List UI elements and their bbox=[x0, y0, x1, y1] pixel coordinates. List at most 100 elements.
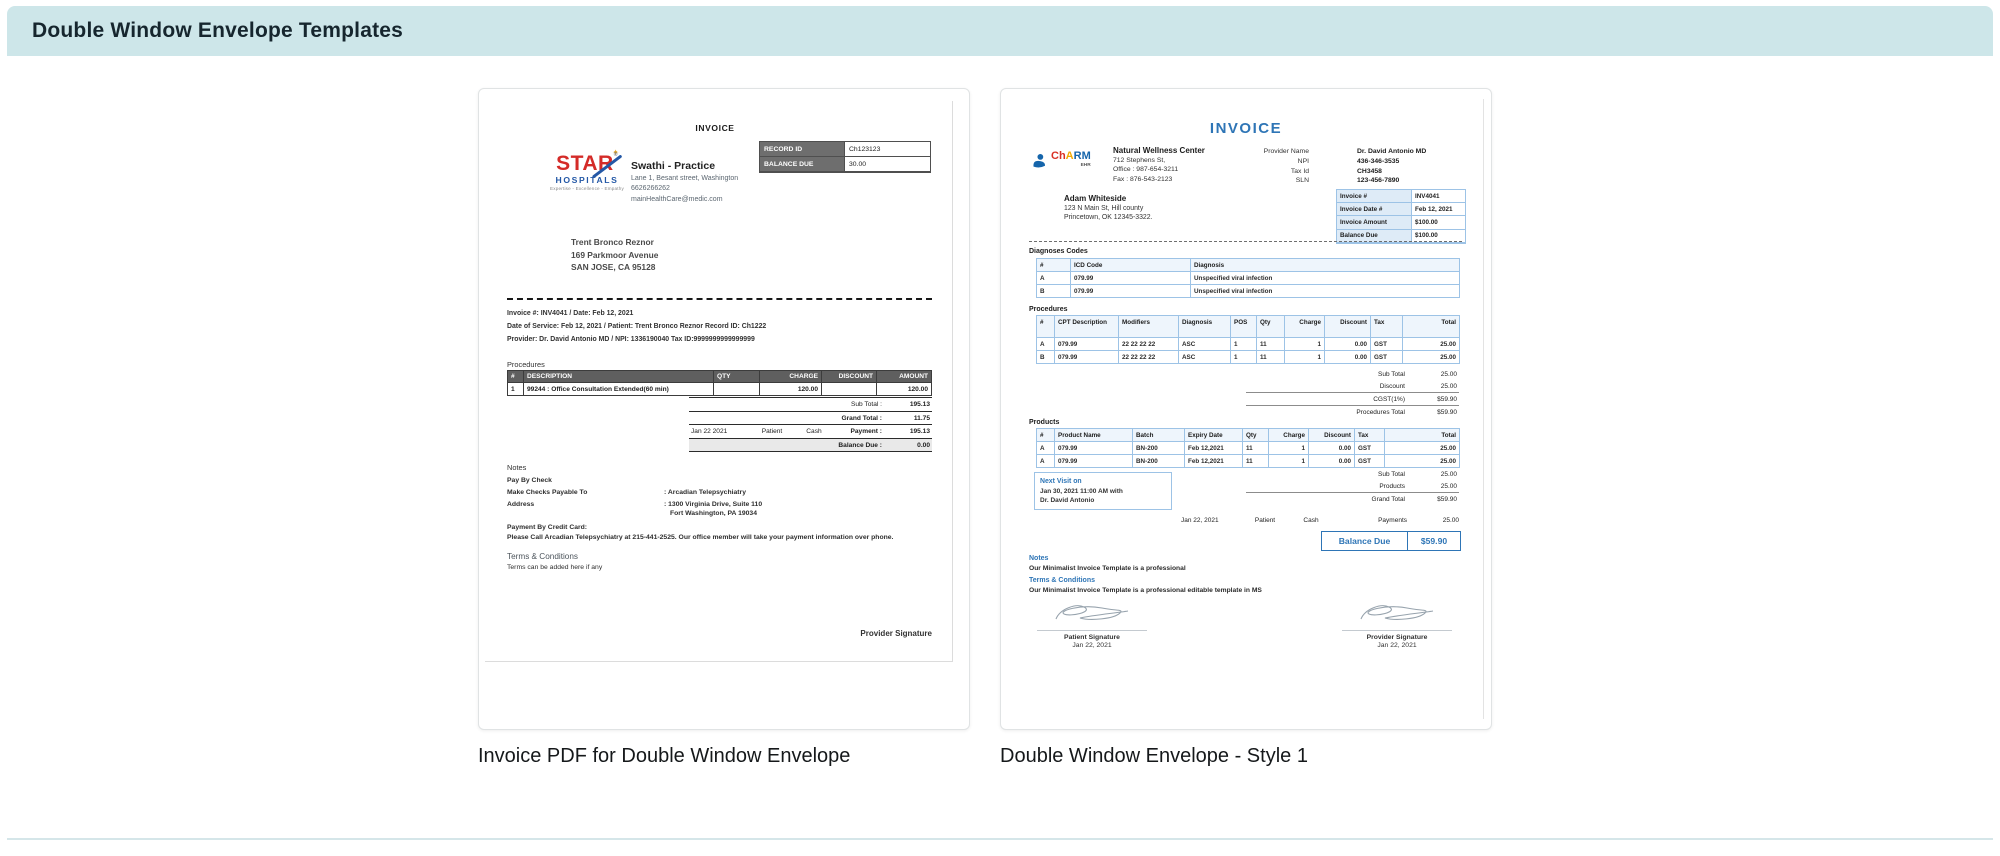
col-header: Charge bbox=[1268, 428, 1309, 442]
notes-block: Notes Pay By Check Make Checks Payable T… bbox=[507, 463, 931, 573]
summary-value: Feb 12, 2021 bbox=[1411, 203, 1465, 217]
col-header: Tax bbox=[1370, 315, 1403, 338]
table-header-row: # Product Name Batch Expiry Date Qty Cha… bbox=[1036, 428, 1460, 442]
grandtotal-row: Grand Total : 11.75 bbox=[689, 410, 932, 425]
cell: 079.99 bbox=[1070, 271, 1191, 285]
record-table: RECORD ID Ch123123 BALANCE DUE 30.00 bbox=[759, 141, 931, 173]
pay-by-check: Pay By Check bbox=[507, 476, 552, 484]
balance-due-label: BALANCE DUE bbox=[760, 157, 844, 172]
payments-label: Payments bbox=[1378, 517, 1407, 524]
diagnoses-label: Diagnoses Codes bbox=[1029, 248, 1088, 255]
signature-line bbox=[1342, 630, 1452, 631]
col-header: Expiry Date bbox=[1184, 428, 1243, 442]
page-title: Double Window Envelope Templates bbox=[32, 19, 404, 42]
invoice-title: INVOICE bbox=[1209, 120, 1283, 137]
procedures-label: Procedures bbox=[1029, 306, 1068, 313]
col-header: # bbox=[1036, 428, 1055, 442]
cell: 11 bbox=[1256, 350, 1285, 364]
table-header-row: # CPT Description Modifiers Diagnosis PO… bbox=[1036, 315, 1460, 338]
info-label: NPI bbox=[1297, 157, 1309, 165]
cell: B bbox=[1036, 350, 1055, 364]
provider-signature-label: Provider Signature bbox=[860, 629, 932, 638]
col-header: Total bbox=[1384, 428, 1460, 442]
clinic-name: Natural Wellness Center bbox=[1113, 146, 1205, 155]
col-header: Qty bbox=[1242, 428, 1269, 442]
cell bbox=[713, 382, 760, 396]
procedures-totals: Sub Total 25.00 Discount 25.00 CGST(1%) $59… bbox=[1246, 368, 1459, 418]
info-value: Dr. David Antonio MD bbox=[1357, 148, 1427, 155]
col-header: # bbox=[1036, 258, 1071, 272]
panel-bottom-border bbox=[7, 838, 1993, 840]
total-label: Sub Total bbox=[1378, 371, 1405, 378]
payment-date: Jan 22, 2021 bbox=[1181, 517, 1219, 524]
terms-heading: Terms & Conditions bbox=[507, 551, 578, 561]
info-value: 436-346-3535 bbox=[1357, 157, 1400, 165]
template-card-invoice-pdf[interactable]: INVOICE RECORD ID Ch123123 BALANCE DUE 3… bbox=[478, 88, 970, 730]
payment-by: Patient bbox=[761, 428, 783, 435]
template-caption-right: Double Window Envelope - Style 1 bbox=[1000, 745, 1308, 767]
cell: 99244 : Office Consultation Extended(60 … bbox=[523, 382, 714, 396]
table-row: A 079.99 Unspecified viral infection bbox=[1036, 271, 1460, 285]
patient-address-block: Adam Whiteside 123 N Main St, Hill count… bbox=[1064, 194, 1153, 223]
balance-value: 0.00 bbox=[917, 441, 930, 449]
practice-name: Swathi - Practice bbox=[631, 160, 716, 172]
cell: 22 22 22 22 bbox=[1118, 350, 1179, 364]
info-value: CH3458 bbox=[1357, 167, 1382, 175]
col-header: CPT Description bbox=[1054, 315, 1119, 338]
col-header: Diagnosis bbox=[1178, 315, 1231, 338]
credit-heading: Payment By Credit Card: bbox=[507, 523, 588, 531]
products-label: Products bbox=[1029, 419, 1060, 426]
cell: 1 bbox=[1230, 350, 1257, 364]
col-header: # bbox=[507, 370, 524, 383]
cell: 25.00 bbox=[1384, 441, 1460, 455]
summary-value: $100.00 bbox=[1411, 216, 1465, 230]
next-visit-line2: Dr. David Antonio bbox=[1040, 497, 1095, 504]
products-table: # Product Name Batch Expiry Date Qty Cha… bbox=[1036, 428, 1460, 468]
patient-address2: SAN JOSE, CA 95128 bbox=[571, 262, 656, 272]
star-hospitals-logo: ✦ STAR® HOSPITALS Expertise - Excellence… bbox=[541, 149, 633, 191]
table-row: A 079.99 BN-200 Feb 12,2021 11 1 0.00 GS… bbox=[1036, 441, 1460, 455]
credit-text: Please Call Arcadian Telepsychiatry at 2… bbox=[507, 534, 894, 541]
next-visit-box: Next Visit on Jan 30, 2021 11:00 AM with… bbox=[1034, 472, 1172, 510]
cell: 1 bbox=[507, 382, 524, 396]
logo-name: STAR® bbox=[541, 153, 633, 179]
signature-label: Patient Signature bbox=[1064, 634, 1120, 641]
cell: 079.99 bbox=[1070, 284, 1191, 298]
col-header: Qty bbox=[1256, 315, 1285, 338]
invoice-summary-table: Invoice # INV4041 Invoice Date # Feb 12,… bbox=[1336, 189, 1466, 244]
record-id-value: Ch123123 bbox=[844, 142, 930, 157]
cell: 22 22 22 22 bbox=[1118, 337, 1179, 351]
cell: 11 bbox=[1256, 337, 1285, 351]
cell: A bbox=[1036, 454, 1055, 468]
cell: 0.00 bbox=[1324, 337, 1371, 351]
next-visit-line1: Jan 30, 2021 11:00 AM with bbox=[1040, 488, 1123, 495]
total-row: Discount 25.00 bbox=[1246, 380, 1459, 392]
col-header: QTY bbox=[713, 370, 760, 383]
provider-info-block: Provider Name Dr. David Antonio MD NPI 4… bbox=[1229, 147, 1463, 186]
template-card-style1[interactable]: INVOICE ChARM EHR Natural Wellness Cente… bbox=[1000, 88, 1492, 730]
cell: A bbox=[1036, 441, 1055, 455]
cell: BN-200 bbox=[1132, 454, 1185, 468]
clinic-office: Office : 987-654-3211 bbox=[1113, 166, 1179, 174]
payment-by: Patient bbox=[1254, 517, 1276, 524]
page-header: Double Window Envelope Templates bbox=[7, 6, 1993, 56]
signature-scribble-icon bbox=[1360, 605, 1434, 620]
signature-scribble-icon bbox=[1055, 605, 1129, 620]
provider-info-row: Tax Id CH3458 bbox=[1229, 167, 1463, 177]
info-label: Provider Name bbox=[1263, 148, 1309, 155]
record-id-label: RECORD ID bbox=[760, 142, 844, 157]
practice-phone: 6626266262 bbox=[631, 185, 670, 192]
procedures-table: # CPT Description Modifiers Diagnosis PO… bbox=[1036, 315, 1460, 364]
total-label: Discount bbox=[1379, 383, 1405, 390]
total-row: Products 25.00 bbox=[1246, 480, 1459, 492]
total-label: Sub Total bbox=[1378, 471, 1405, 478]
balance-row: Balance Due : 0.00 bbox=[689, 437, 932, 452]
cell: GST bbox=[1354, 454, 1385, 468]
cell: Unspecified viral infection bbox=[1190, 271, 1460, 285]
table-header-row: # DESCRIPTION QTY CHARGE DISCOUNT AMOUNT bbox=[507, 370, 932, 383]
cell: 120.00 bbox=[876, 382, 932, 396]
col-header: Discount bbox=[1324, 315, 1371, 338]
table-row: A 079.99 BN-200 Feb 12,2021 11 1 0.00 GS… bbox=[1036, 454, 1460, 468]
total-value: 25.00 bbox=[1440, 371, 1457, 378]
cell: A bbox=[1036, 271, 1071, 285]
